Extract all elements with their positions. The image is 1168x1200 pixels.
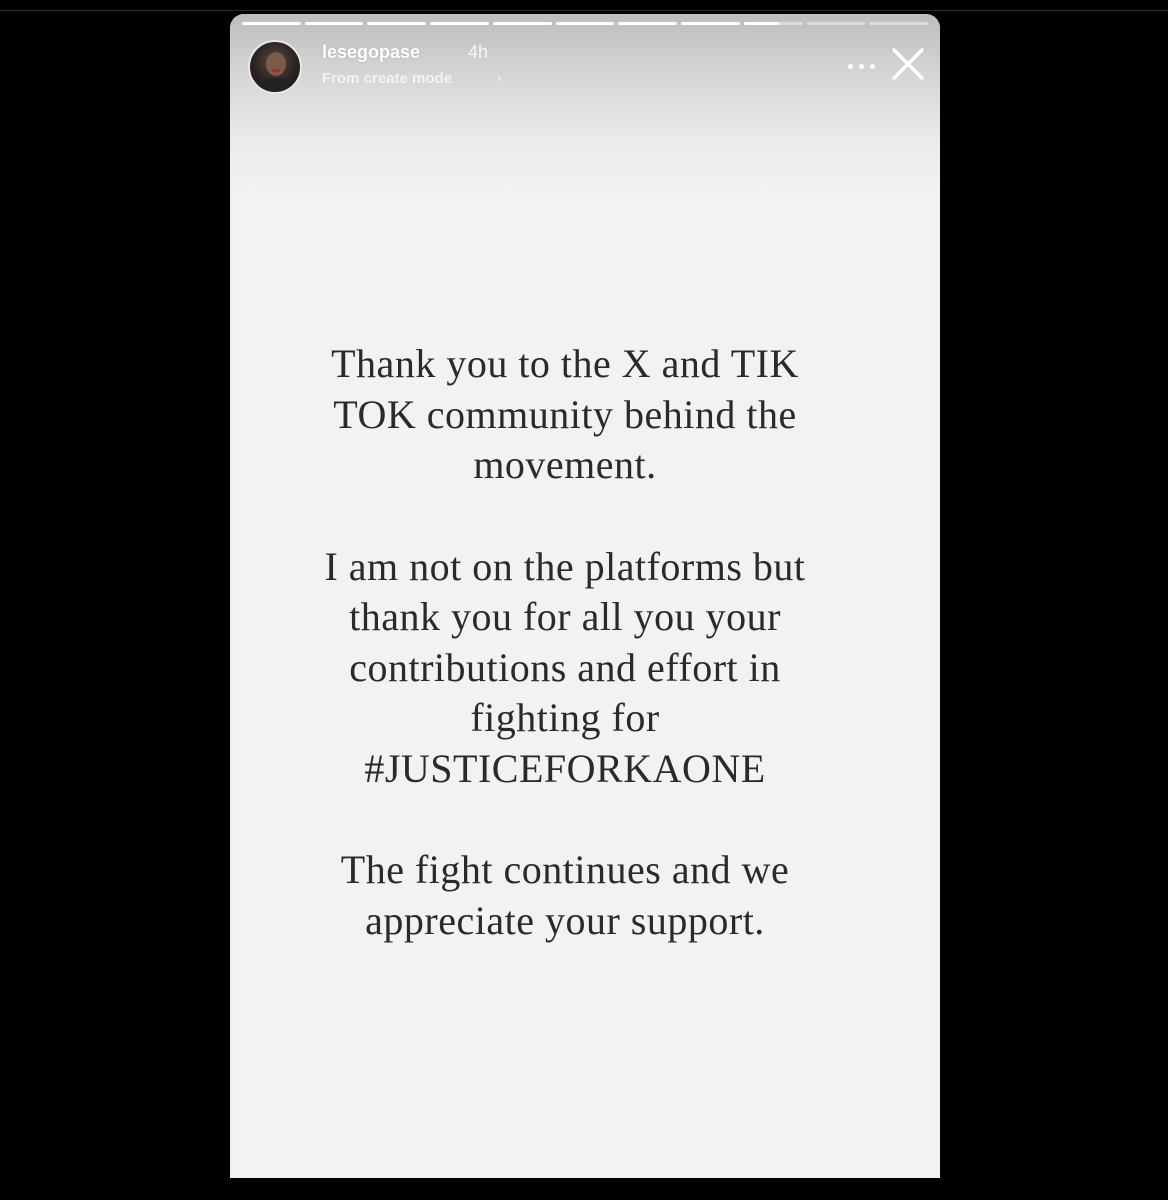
progress-segment bbox=[367, 22, 427, 25]
create-mode-link[interactable]: From create mode bbox=[322, 70, 452, 87]
message-line: contributions and effort in bbox=[349, 644, 781, 690]
message-line: appreciate your support. bbox=[365, 897, 765, 943]
progress-segment-fill bbox=[304, 22, 364, 25]
close-button[interactable] bbox=[888, 44, 928, 84]
progress-segment-fill bbox=[242, 22, 301, 25]
message-line: Thank you to the X and TIK bbox=[331, 341, 799, 386]
close-icon bbox=[892, 48, 924, 80]
progress-segment bbox=[430, 22, 489, 25]
progress-segment-fill bbox=[743, 22, 780, 25]
progress-segment bbox=[869, 22, 929, 25]
progress-segment bbox=[618, 22, 678, 25]
avatar-lips bbox=[272, 69, 280, 72]
progress-segment-fill bbox=[367, 22, 427, 25]
progress-segment bbox=[555, 22, 615, 25]
username-link[interactable]: lesegopase bbox=[322, 42, 420, 63]
progress-segment-fill bbox=[555, 22, 615, 25]
progress-segment bbox=[242, 22, 301, 25]
message-line: thank you for all you your bbox=[349, 594, 781, 639]
message-line: I am not on the platforms but bbox=[324, 543, 806, 589]
story-viewer[interactable]: lesegopase 4h From create mode › Thank y… bbox=[230, 14, 940, 1178]
message-line: TOK community behind the bbox=[333, 391, 797, 437]
progress-segment-fill bbox=[681, 22, 740, 25]
more-horizontal-icon bbox=[848, 64, 853, 69]
post-time: 4h bbox=[468, 42, 489, 62]
progress-segment bbox=[681, 22, 740, 25]
top-divider bbox=[0, 10, 1168, 11]
hashtag: #JUSTICEFORKAONE bbox=[364, 745, 766, 791]
story-progress-bar bbox=[242, 22, 929, 25]
progress-segment bbox=[743, 22, 803, 25]
progress-segment bbox=[304, 22, 364, 25]
avatar-face bbox=[266, 52, 286, 76]
chevron-right-icon: › bbox=[496, 69, 502, 87]
message-line: The fight continues and we bbox=[340, 847, 790, 892]
progress-segment-fill bbox=[492, 22, 552, 25]
story-header: lesegopase 4h From create mode › bbox=[248, 38, 924, 98]
story-text: Thank you to the X and TIK TOK community… bbox=[230, 339, 900, 946]
message-line: movement. bbox=[473, 442, 657, 487]
progress-segment-fill bbox=[430, 22, 489, 25]
more-horizontal-icon bbox=[870, 64, 875, 69]
message-line: fighting for bbox=[470, 695, 660, 740]
avatar-shoulders bbox=[256, 78, 296, 92]
more-horizontal-icon bbox=[859, 64, 864, 69]
more-options-button[interactable] bbox=[844, 52, 880, 80]
progress-segment bbox=[492, 22, 552, 25]
avatar[interactable] bbox=[248, 40, 302, 94]
screen: lesegopase 4h From create mode › Thank y… bbox=[0, 0, 1168, 1200]
progress-segment bbox=[806, 22, 866, 25]
progress-segment-fill bbox=[618, 22, 678, 25]
